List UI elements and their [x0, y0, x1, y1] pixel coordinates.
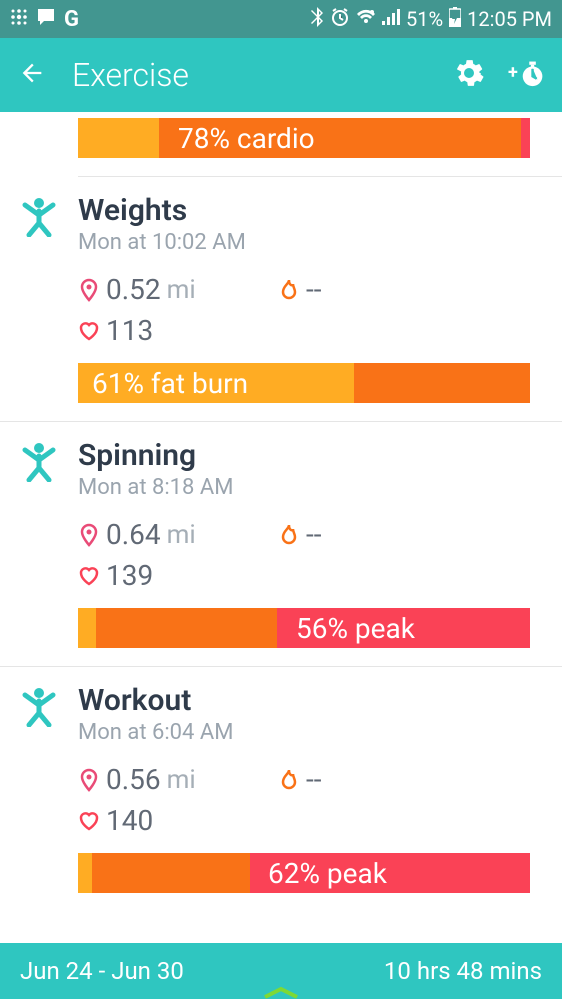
zone-bar: 78% cardio	[78, 118, 530, 158]
exercise-item[interactable]: Workout Mon at 6:04 AM 0.56 mi --	[0, 667, 562, 893]
svg-text:+: +	[508, 62, 518, 83]
exercise-item[interactable]: Spinning Mon at 8:18 AM 0.64 mi --	[0, 422, 562, 667]
bluetooth-icon	[310, 7, 324, 32]
chat-notif-icon	[36, 7, 56, 32]
settings-button[interactable]	[454, 58, 484, 92]
heart-icon	[78, 321, 100, 341]
calories-icon	[278, 768, 300, 792]
app-bar: Exercise +	[0, 38, 562, 112]
distance-unit: mi	[167, 275, 196, 305]
activity-icon	[0, 438, 78, 482]
heart-icon	[78, 566, 100, 586]
wifi-icon	[356, 9, 376, 30]
pull-up-handle[interactable]	[261, 985, 301, 999]
back-button[interactable]	[18, 59, 46, 91]
heart-rate-value: 139	[106, 559, 153, 592]
calories-icon	[278, 523, 300, 547]
summary-total-time: 10 hrs 48 mins	[384, 957, 542, 985]
exercise-datetime: Mon at 10:02 AM	[78, 230, 562, 255]
exercise-item-partial[interactable]: 78% cardio	[0, 118, 562, 177]
zone-segment-peak	[521, 118, 530, 158]
heart-rate-value: 140	[106, 804, 153, 837]
distance-value: 0.52	[106, 273, 161, 306]
activity-icon	[0, 683, 78, 727]
activity-icon	[0, 193, 78, 237]
distance-icon	[78, 278, 100, 302]
add-stopwatch-button[interactable]: +	[508, 57, 544, 93]
status-bar: G 51% 12:05 PM	[0, 0, 562, 38]
calories-value: --	[306, 273, 321, 306]
zone-bar: 61% fat burn	[78, 363, 530, 403]
exercise-title: Workout	[78, 683, 562, 718]
battery-text: 51%	[406, 7, 443, 31]
battery-icon	[449, 7, 461, 32]
zone-bar: 56% peak	[78, 608, 530, 648]
distance-icon	[78, 768, 100, 792]
summary-date-range: Jun 24 - Jun 30	[20, 957, 384, 985]
distance-unit: mi	[167, 520, 196, 550]
fitbit-notif-icon	[10, 7, 28, 31]
signal-icon	[382, 9, 400, 30]
calories-value: --	[306, 763, 321, 796]
zone-label: 78% cardio	[78, 122, 315, 155]
calories-value: --	[306, 518, 321, 551]
calories-icon	[278, 278, 300, 302]
zone-label: 56% peak	[78, 612, 415, 645]
zone-label: 62% peak	[78, 857, 387, 890]
distance-unit: mi	[167, 765, 196, 795]
distance-value: 0.64	[106, 518, 161, 551]
zone-segment	[354, 363, 530, 403]
heart-rate-value: 113	[106, 314, 153, 347]
distance-value: 0.56	[106, 763, 161, 796]
alarm-icon	[330, 7, 350, 32]
distance-icon	[78, 523, 100, 547]
exercise-title: Weights	[78, 193, 562, 228]
exercise-datetime: Mon at 8:18 AM	[78, 475, 562, 500]
zone-bar: 62% peak	[78, 853, 530, 893]
exercise-item[interactable]: Weights Mon at 10:02 AM 0.52 mi --	[0, 177, 562, 422]
exercise-datetime: Mon at 6:04 AM	[78, 720, 562, 745]
google-notif-icon: G	[64, 7, 79, 32]
zone-label: 61% fat burn	[78, 367, 248, 400]
exercise-title: Spinning	[78, 438, 562, 473]
app-bar-title: Exercise	[72, 56, 454, 94]
heart-icon	[78, 811, 100, 831]
status-time: 12:05 PM	[467, 7, 552, 31]
